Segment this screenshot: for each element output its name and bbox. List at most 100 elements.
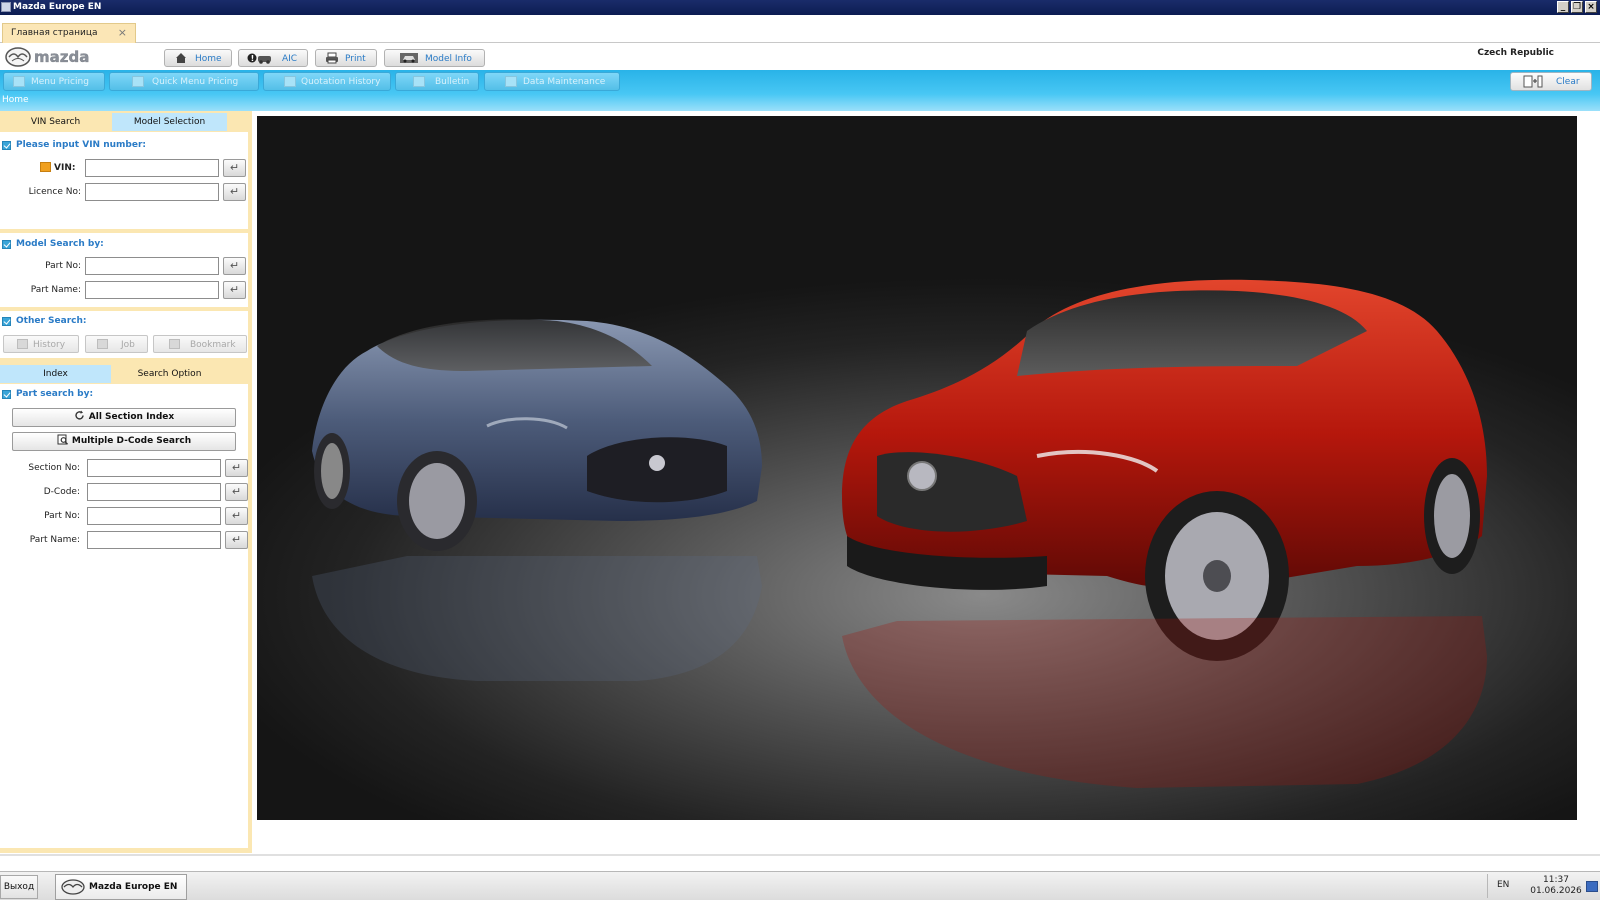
vin-input[interactable] — [85, 159, 219, 177]
history-label: History — [33, 340, 66, 350]
multiple-dcode-search-button[interactable]: Multiple D-Code Search — [12, 432, 236, 451]
hero-cars-illustration — [312, 279, 1487, 788]
model-part-name-enter-icon[interactable]: ↵ — [223, 281, 246, 299]
dcode-search-icon — [57, 434, 68, 445]
country-label: Czech Republic — [1477, 48, 1554, 58]
history-button[interactable]: History — [3, 335, 79, 353]
bulletin-icon — [413, 76, 425, 87]
home-button[interactable]: Home — [164, 49, 232, 67]
home-icon — [176, 53, 186, 63]
model-search-title: Model Search by: — [16, 239, 104, 249]
quick-menu-pricing-button[interactable]: Quick Menu Pricing — [109, 72, 259, 91]
red-suv — [842, 279, 1487, 661]
bookmark-button[interactable]: Bookmark — [153, 335, 247, 353]
tab-vin-search[interactable]: VIN Search — [0, 113, 111, 131]
model-part-name-input[interactable] — [85, 281, 219, 299]
part-name-enter-icon[interactable]: ↵ — [225, 531, 248, 549]
print-button[interactable]: Print — [315, 49, 377, 67]
part-no-enter-icon[interactable]: ↵ — [225, 507, 248, 525]
blue-coupe — [312, 319, 762, 551]
multiple-dcode-search-label: Multiple D-Code Search — [71, 436, 192, 446]
tray-separator — [1487, 874, 1488, 898]
quick-menu-pricing-icon — [132, 76, 144, 87]
section-no-enter-icon[interactable]: ↵ — [225, 459, 248, 477]
job-icon — [97, 339, 108, 349]
tab-home-page[interactable]: Главная страница × — [2, 23, 136, 43]
document-tab-strip: Главная страница × — [0, 15, 1600, 43]
job-button[interactable]: Job — [85, 335, 148, 353]
expand-icon — [2, 317, 11, 326]
other-search-section: Other Search: History Job Bookmark — [0, 311, 248, 358]
minimize-button[interactable]: _ — [1557, 1, 1569, 13]
data-maintenance-button[interactable]: Data Maintenance — [484, 72, 620, 91]
other-search-buttons: History Job Bookmark — [3, 335, 247, 353]
aic-button[interactable]: ! AIC — [238, 49, 308, 67]
menu-pricing-label: Menu Pricing — [31, 77, 89, 87]
refresh-icon — [75, 410, 84, 420]
menu-pricing-button[interactable]: Menu Pricing — [3, 72, 105, 91]
tab-index[interactable]: Index — [0, 365, 111, 383]
model-part-no-row: Part No: ↵ — [0, 257, 248, 275]
clock-time: 11:37 — [1543, 875, 1569, 885]
tab-model-selection[interactable]: Model Selection — [112, 113, 227, 131]
data-maintenance-icon — [505, 76, 517, 87]
clear-button[interactable]: Clear — [1510, 72, 1592, 91]
section-no-input[interactable] — [87, 459, 221, 477]
vin-label: VIN: — [54, 163, 76, 173]
taskbar-app-label: Mazda Europe EN — [89, 882, 178, 892]
vin-section: Please input VIN number: VIN: ↵ Licence … — [0, 132, 248, 229]
quotation-history-label: Quotation History — [301, 77, 381, 87]
dcode-enter-icon[interactable]: ↵ — [225, 483, 248, 501]
exit-button[interactable]: Выход — [0, 875, 38, 899]
clock[interactable]: 11:37 01.06.2026 — [1527, 875, 1585, 897]
model-part-name-label: Part Name: — [30, 285, 81, 295]
part-search-section: Part search by: All Section Index Multip… — [0, 384, 248, 848]
dcode-row: D-Code: ↵ — [0, 483, 248, 501]
part-no-input[interactable] — [87, 507, 221, 525]
printer-icon — [326, 52, 338, 64]
clear-icon — [1523, 75, 1543, 88]
close-window-button[interactable]: × — [1585, 1, 1597, 13]
show-desktop-icon[interactable] — [1586, 881, 1598, 892]
vin-row: VIN: ↵ — [0, 159, 248, 177]
tab-search-option[interactable]: Search Option — [112, 365, 227, 383]
tab-close-icon[interactable]: × — [118, 26, 127, 39]
dcode-input[interactable] — [87, 483, 221, 501]
part-name-input[interactable] — [87, 531, 221, 549]
model-info-button[interactable]: Model Info — [384, 49, 485, 67]
model-part-no-enter-icon[interactable]: ↵ — [223, 257, 246, 275]
section-no-label: Section No: — [28, 463, 80, 473]
status-strip — [0, 854, 1600, 856]
expand-icon — [2, 141, 11, 150]
blue-coupe-reflection — [312, 556, 762, 681]
licence-enter-icon[interactable]: ↵ — [223, 183, 246, 201]
all-section-index-button[interactable]: All Section Index — [12, 408, 236, 427]
aic-icon: ! — [247, 53, 271, 64]
bulletin-button[interactable]: Bulletin — [395, 72, 479, 91]
part-name-label: Part Name: — [29, 535, 80, 545]
language-indicator[interactable]: EN — [1497, 880, 1509, 890]
breadcrumb-home[interactable]: Home — [2, 95, 29, 105]
aic-button-label: AIC — [282, 54, 298, 64]
expand-icon — [2, 240, 11, 249]
vin-enter-icon[interactable]: ↵ — [223, 159, 246, 177]
expand-icon — [2, 390, 11, 399]
menu-pricing-icon — [13, 76, 25, 87]
breadcrumb: Home — [0, 94, 1600, 111]
bookmark-label: Bookmark — [190, 340, 236, 350]
required-icon — [40, 162, 51, 172]
clear-label: Clear — [1556, 77, 1580, 87]
search-panel: VIN Search Model Selection Please input … — [0, 111, 252, 853]
data-maintenance-label: Data Maintenance — [523, 77, 606, 87]
model-part-no-input[interactable] — [85, 257, 219, 275]
taskbar-app-item[interactable]: Mazda Europe EN — [55, 874, 187, 900]
svg-text:!: ! — [251, 54, 255, 63]
restore-button[interactable]: ❐ — [1571, 1, 1583, 13]
mazda-logo: mazda — [5, 47, 89, 67]
hero-image — [257, 116, 1577, 820]
licence-input[interactable] — [85, 183, 219, 201]
quotation-history-button[interactable]: Quotation History — [263, 72, 391, 91]
dcode-label: D-Code: — [43, 487, 80, 497]
tab-home-page-label: Главная страница — [11, 28, 98, 38]
other-search-title: Other Search: — [16, 316, 87, 326]
